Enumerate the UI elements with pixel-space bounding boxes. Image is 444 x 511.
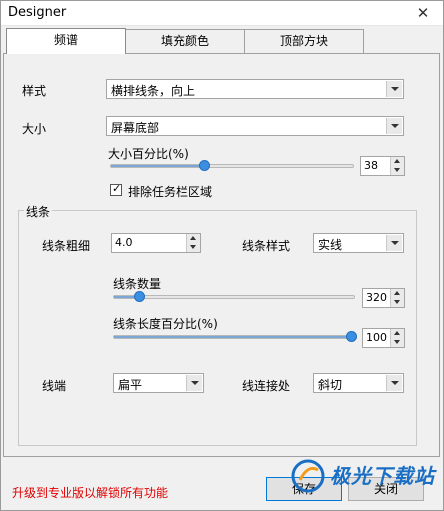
watermark-text: 极光下载站 xyxy=(330,464,435,488)
line-length-spinner[interactable]: 100 xyxy=(362,328,405,348)
slider-track xyxy=(113,335,357,339)
slider-thumb[interactable] xyxy=(346,331,357,342)
slider-fill xyxy=(114,296,136,298)
line-thickness-label: 线条粗细 xyxy=(42,239,91,253)
line-count-spinner[interactable]: 320 xyxy=(362,288,405,308)
exclude-taskbar-label: 排除任务栏区域 xyxy=(128,185,213,199)
style-select[interactable]: 横排线条，向上 xyxy=(106,79,404,99)
size-select-value: 屏幕底部 xyxy=(111,121,160,135)
size-select[interactable]: 屏幕底部 xyxy=(106,116,404,136)
chevron-down-icon[interactable] xyxy=(386,81,402,97)
line-join-label: 线连接处 xyxy=(242,379,291,393)
lines-group-title: 线条 xyxy=(24,203,53,220)
line-end-label: 线端 xyxy=(42,379,67,393)
line-length-slider[interactable] xyxy=(113,331,357,343)
size-percent-spinner[interactable]: 38 xyxy=(360,156,405,176)
tab-top-block[interactable]: 顶部方块 xyxy=(244,29,364,53)
size-percent-slider[interactable] xyxy=(110,160,354,172)
line-style-select[interactable]: 实线 xyxy=(313,233,404,253)
slider-track xyxy=(113,295,355,299)
line-count-label: 线条数量 xyxy=(113,277,162,291)
close-icon[interactable]: ✕ xyxy=(410,3,436,23)
size-percent-value: 38 xyxy=(364,159,378,172)
line-style-value: 实线 xyxy=(318,238,343,252)
chevron-down-icon[interactable] xyxy=(386,235,402,251)
watermark-logo-icon xyxy=(291,459,325,493)
tab-spectrum[interactable]: 频谱 xyxy=(6,28,126,54)
line-count-value: 320 xyxy=(366,291,387,304)
line-thickness-spinner[interactable]: 4.0 xyxy=(111,233,201,253)
window-title: Designer xyxy=(8,5,67,20)
style-label: 样式 xyxy=(22,84,47,98)
line-style-label: 线条样式 xyxy=(242,239,291,253)
slider-thumb[interactable] xyxy=(134,291,145,302)
slider-fill xyxy=(111,165,203,167)
check-icon: ✓ xyxy=(112,182,122,195)
slider-thumb[interactable] xyxy=(199,160,210,171)
spin-down-icon[interactable] xyxy=(390,298,404,307)
style-select-value: 横排线条，向上 xyxy=(111,84,196,98)
title-bar xyxy=(0,0,444,26)
line-thickness-value: 4.0 xyxy=(115,236,133,249)
line-length-value: 100 xyxy=(366,331,387,344)
upgrade-notice: 升级到专业版以解锁所有功能 xyxy=(12,486,169,500)
line-join-value: 斜切 xyxy=(318,378,343,392)
spin-down-icon[interactable] xyxy=(390,338,404,347)
exclude-taskbar-checkbox[interactable]: ✓ xyxy=(110,182,122,196)
chevron-down-icon[interactable] xyxy=(186,375,202,391)
slider-track xyxy=(110,164,354,168)
spin-down-icon[interactable] xyxy=(186,243,200,252)
chevron-down-icon[interactable] xyxy=(386,375,402,391)
slider-fill xyxy=(114,336,356,338)
line-count-slider[interactable] xyxy=(113,291,355,303)
line-end-select[interactable]: 扁平 xyxy=(113,373,204,393)
line-end-value: 扁平 xyxy=(118,378,143,392)
size-label: 大小 xyxy=(22,122,47,136)
tab-fill-color[interactable]: 填充颜色 xyxy=(125,29,245,53)
line-length-label: 线条长度百分比(%) xyxy=(113,317,218,331)
line-join-select[interactable]: 斜切 xyxy=(313,373,404,393)
spin-down-icon[interactable] xyxy=(390,166,404,175)
chevron-down-icon[interactable] xyxy=(386,118,402,134)
